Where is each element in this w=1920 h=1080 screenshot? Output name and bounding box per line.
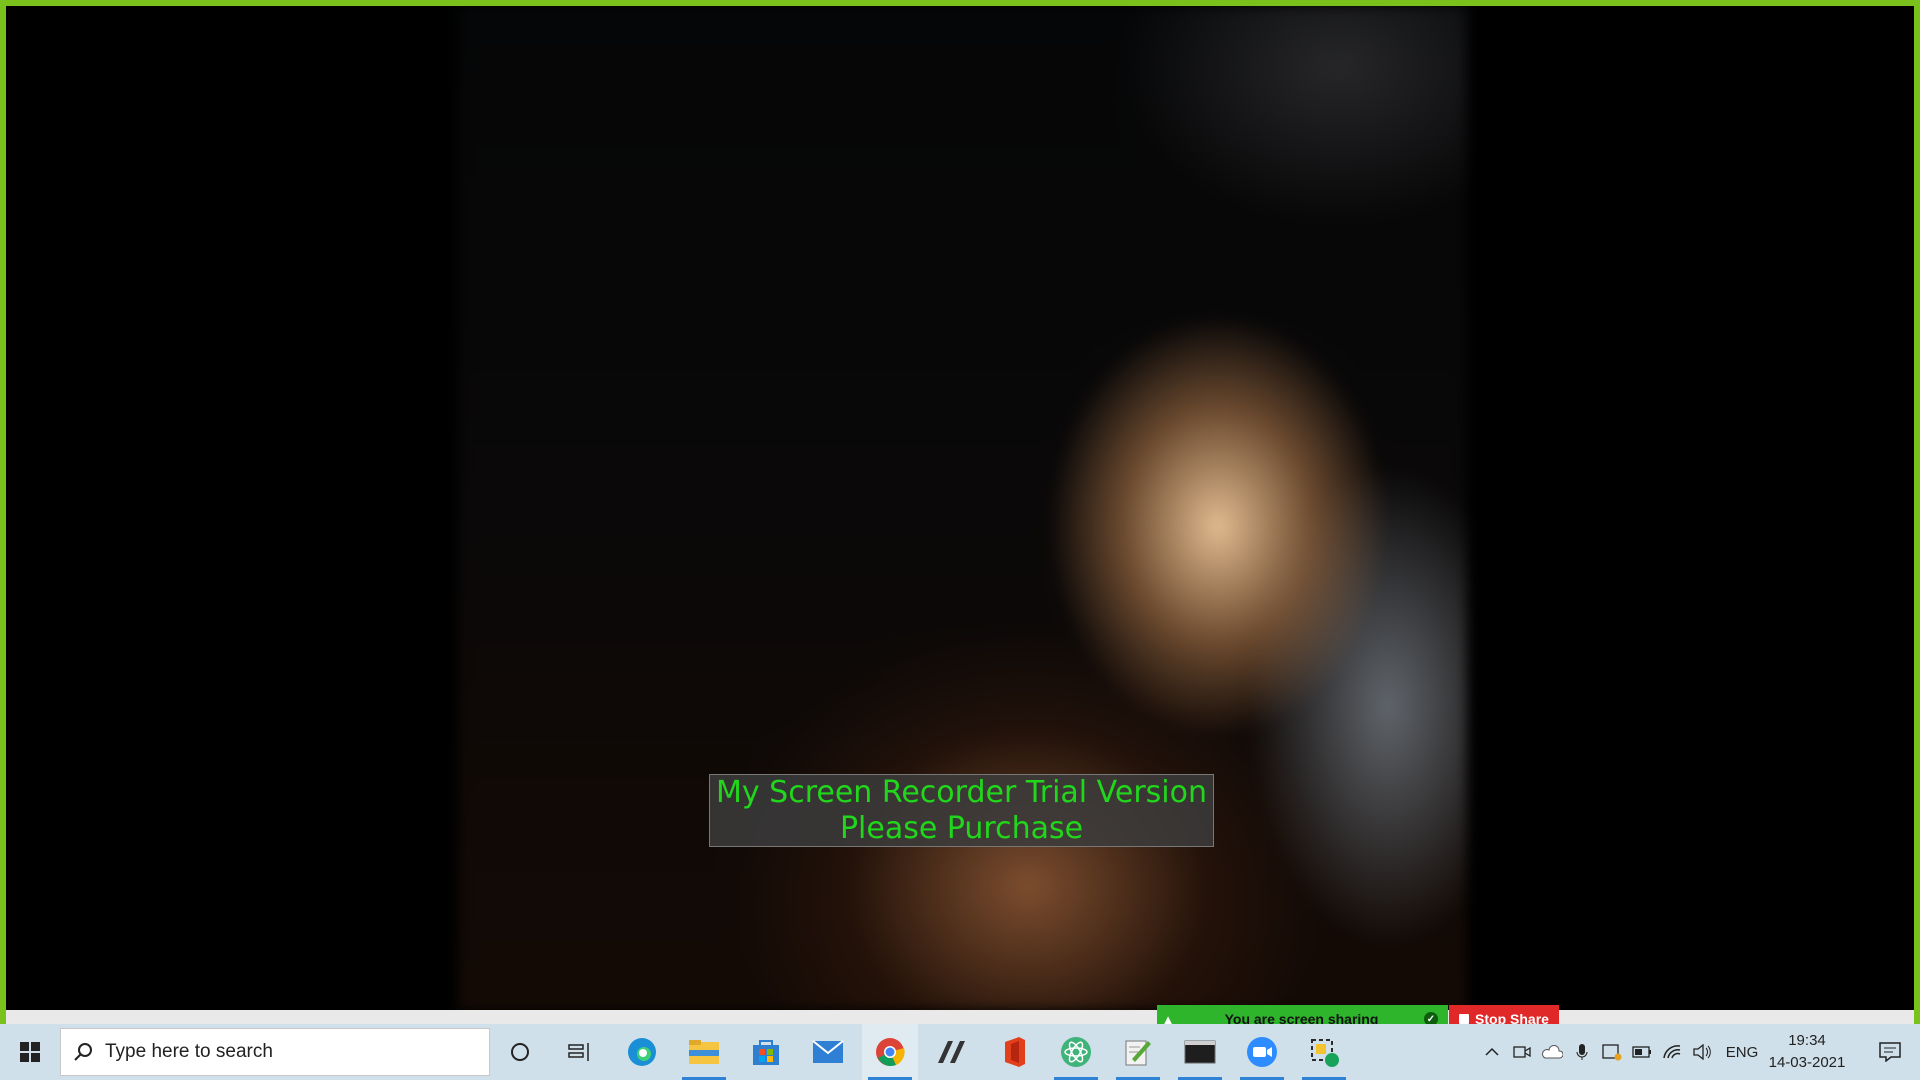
clock[interactable]: 19:34 14-03-2021	[1762, 1030, 1852, 1074]
taskbar-search-box[interactable]: Type here to search	[60, 1028, 490, 1076]
cortana-icon[interactable]	[492, 1024, 548, 1080]
chrome-icon[interactable]	[862, 1024, 918, 1080]
search-icon	[61, 1042, 105, 1062]
app-slash-icon[interactable]	[924, 1024, 980, 1080]
notepad-icon[interactable]	[1110, 1024, 1166, 1080]
webcam-video-frame	[458, 6, 1467, 1010]
security-icon[interactable]	[1598, 1024, 1626, 1080]
onedrive-icon[interactable]	[1538, 1024, 1566, 1080]
share-border-strip	[0, 1010, 1920, 1024]
meet-now-icon[interactable]	[1508, 1024, 1536, 1080]
chevron-up-icon[interactable]	[1478, 1024, 1506, 1080]
battery-icon	[1628, 1024, 1656, 1080]
microphone-icon[interactable]	[1568, 1024, 1596, 1080]
terminal-icon[interactable]	[1172, 1024, 1228, 1080]
mail-icon[interactable]	[800, 1024, 856, 1080]
taskbar: Type here to search ENG 19:34 14-03-2021	[0, 1024, 1920, 1080]
store-icon[interactable]	[738, 1024, 794, 1080]
edge-icon[interactable]	[614, 1024, 670, 1080]
windows-icon	[20, 1042, 40, 1062]
language-indicator[interactable]: ENG	[1724, 1024, 1760, 1080]
snip-icon[interactable]	[1296, 1024, 1352, 1080]
atom-icon[interactable]	[1048, 1024, 1104, 1080]
task-view-icon[interactable]	[552, 1024, 608, 1080]
start-button[interactable]	[0, 1024, 60, 1080]
notification-center-icon[interactable]	[1866, 1024, 1914, 1080]
watermark-line-1: My Screen Recorder Trial Version	[716, 775, 1207, 810]
office-icon[interactable]	[986, 1024, 1042, 1080]
volume-icon[interactable]	[1688, 1024, 1716, 1080]
watermark-line-2: Please Purchase	[839, 811, 1084, 846]
stop-icon	[1459, 1014, 1470, 1024]
search-placeholder: Type here to search	[105, 1041, 273, 1062]
recorder-watermark: My Screen Recorder Trial Version Please …	[709, 774, 1214, 847]
clock-time: 19:34	[1788, 1032, 1826, 1049]
clock-date: 14-03-2021	[1768, 1054, 1846, 1071]
zoom-icon[interactable]	[1234, 1024, 1290, 1080]
file-explorer-icon[interactable]	[676, 1024, 732, 1080]
wifi-icon[interactable]	[1658, 1024, 1686, 1080]
